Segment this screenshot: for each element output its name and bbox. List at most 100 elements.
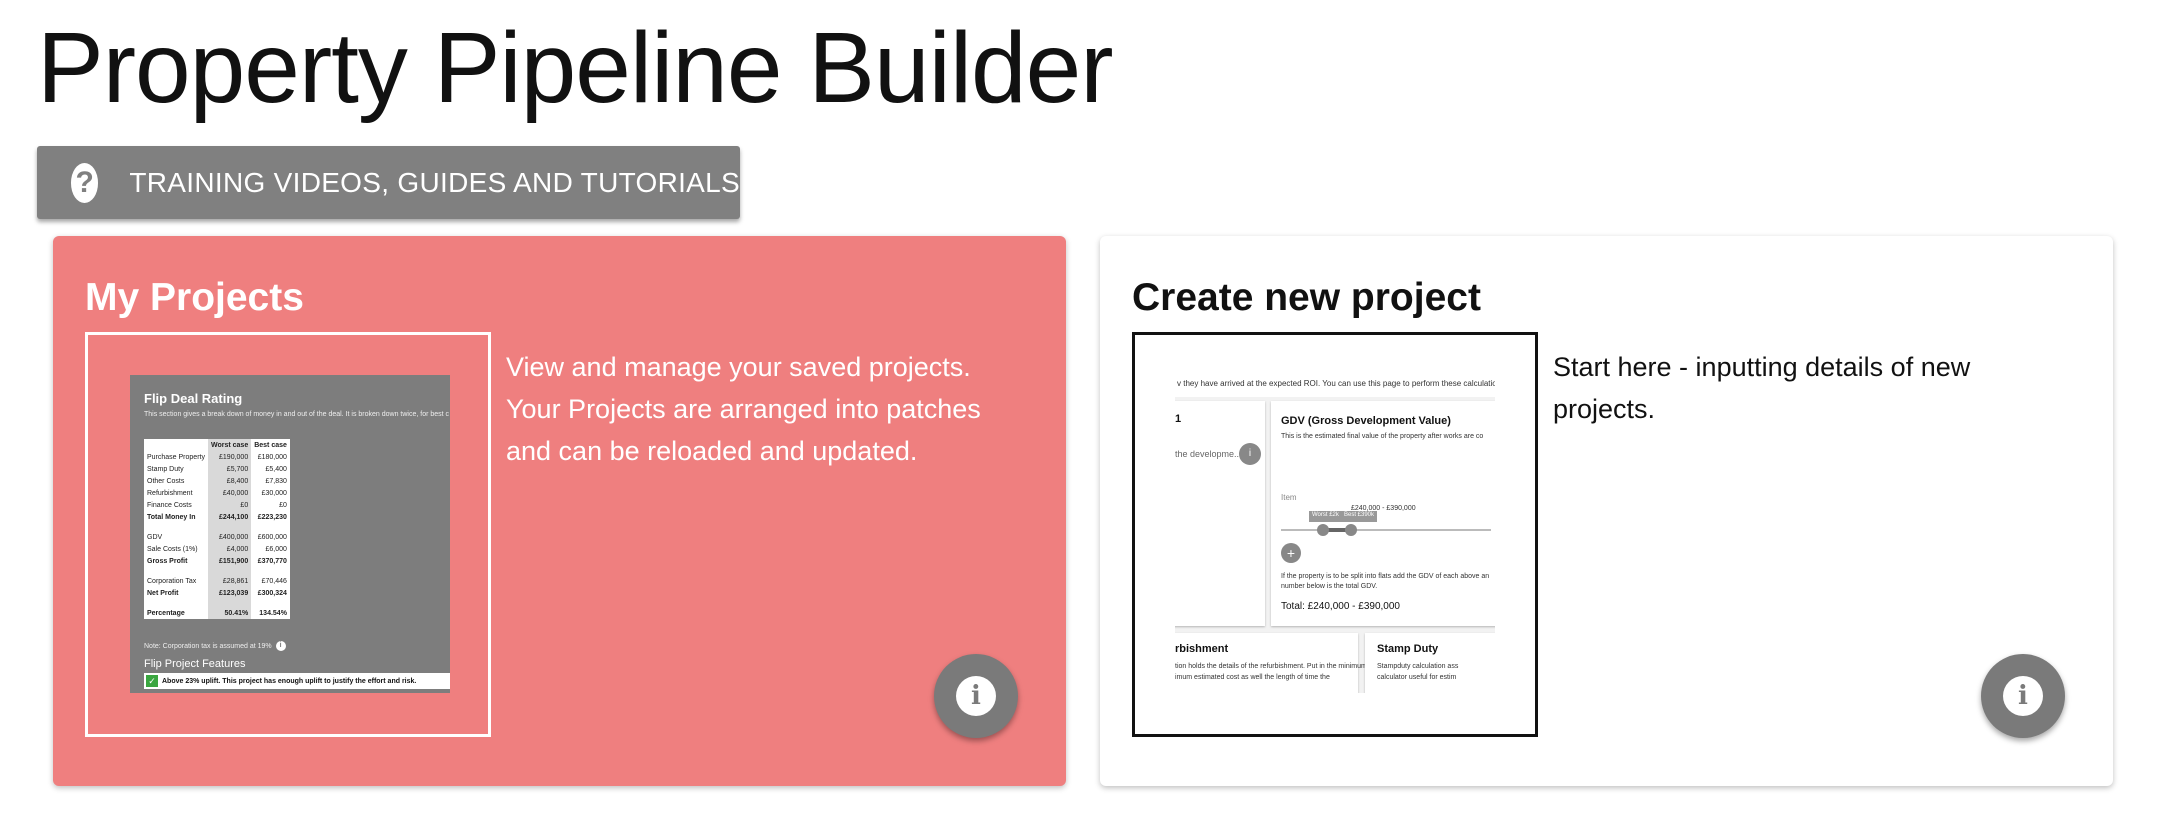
table-cell-worst: £123,039 (207, 587, 252, 599)
table-row: Sale Costs (1%) £4,000 £6,000 (144, 543, 290, 555)
tax-note: Note: Corporation tax is assumed at 19% … (144, 641, 286, 651)
table-cell-label: Total Money In (147, 513, 196, 521)
info-icon: i (956, 676, 996, 716)
gdv-add-icon: + (1281, 543, 1301, 563)
gdv-title: GDV (Gross Development Value) (1281, 415, 1451, 427)
table-row: Finance Costs £0 £0 (144, 499, 290, 511)
flip-deal-table: Worst case Best case Purchase Property £1… (144, 439, 290, 619)
refurb-line-2: imum estimated cost as well the length o… (1175, 674, 1330, 681)
create-project-title: Create new project (1132, 276, 1481, 319)
tax-note-text: Note: Corporation tax is assumed at 19% (144, 642, 272, 650)
gdv-total: Total: £240,000 - £390,000 (1281, 601, 1400, 612)
table-gap-cell (144, 523, 208, 531)
table-cell-label: Refurbishment (147, 489, 193, 497)
create-project-info-button[interactable]: i (1981, 654, 2065, 738)
table-cell-worst: £400,000 (207, 531, 252, 543)
check-icon: ✓ (146, 675, 158, 687)
table-cell-worst: £190,000 (207, 451, 252, 463)
table-cell-best: £6,000 (265, 545, 287, 553)
table-cell-label: Net Profit (147, 589, 179, 597)
table-header-worst: Worst case (207, 439, 252, 451)
table-row (144, 567, 290, 575)
create-project-thumbnail[interactable]: v they have arrived at the expected ROI.… (1132, 332, 1538, 737)
uplift-banner: ✓ Above 23% uplift. This project has eno… (144, 673, 450, 689)
my-projects-card[interactable]: My Projects Flip Deal Rating This sectio… (53, 236, 1066, 786)
table-row (144, 599, 290, 607)
table-cell-worst: £4,000 (207, 543, 252, 555)
table-row: GDV £400,000 £600,000 (144, 531, 290, 543)
table-cell-best: £180,000 (257, 453, 287, 461)
info-small-icon: i (275, 641, 286, 651)
table-gap-cell (251, 523, 290, 531)
shot-left-card: 1 the developme... i (1175, 401, 1265, 626)
gdv-screenshot: v they have arrived at the expected ROI.… (1175, 373, 1495, 693)
my-projects-description: View and manage your saved projects. You… (506, 352, 981, 466)
shot-stamp-card: Stamp Duty Stampduty calculation ass cal… (1365, 633, 1495, 693)
table-gap-cell (251, 599, 290, 607)
stamp-line-1: Stampduty calculation ass (1377, 663, 1459, 670)
table-cell-best: £0 (279, 501, 287, 509)
my-projects-title: My Projects (85, 276, 304, 319)
table-row: Total Money In £244,100 £223,230 (144, 511, 290, 523)
gdv-knob-worst (1317, 524, 1329, 536)
create-project-description: Start here - inputting details of new pr… (1553, 352, 1971, 424)
table-row (144, 523, 290, 531)
flip-deal-screenshot: Flip Deal Rating This section gives a br… (130, 375, 450, 693)
table-cell-worst: £28,861 (207, 575, 252, 587)
table-cell-best: £223,230 (257, 513, 287, 521)
info-icon: i (2003, 676, 2043, 716)
shot-refurb-card: rbishment tion holds the details of the … (1175, 633, 1367, 693)
table-row: Corporation Tax £28,861 £70,446 (144, 575, 290, 587)
table-cell-best: £370,770 (257, 557, 287, 565)
gdv-knob-best (1345, 524, 1357, 536)
table-cell-worst: £151,900 (207, 555, 252, 567)
gdv-tip-best: Best £390k (1341, 511, 1378, 522)
gdv-item-label: Item (1281, 493, 1297, 502)
table-header-blank (144, 439, 208, 451)
gdv-flats-text-2: number below is the total GDV. (1281, 583, 1378, 590)
shot-gdv-card: GDV (Gross Development Value) This is th… (1271, 401, 1495, 626)
my-projects-info-button[interactable]: i (934, 654, 1018, 738)
table-cell-best: 134.54% (259, 609, 287, 617)
table-header-best: Best case (251, 439, 290, 451)
table-cell-worst: £0 (207, 499, 252, 511)
table-gap-cell (144, 567, 208, 575)
my-projects-thumbnail[interactable]: Flip Deal Rating This section gives a br… (85, 332, 491, 737)
flip-deal-subheading: This section gives a break down of money… (144, 411, 450, 418)
gdv-slider-track (1281, 529, 1491, 531)
stamp-title: Stamp Duty (1377, 643, 1439, 655)
table-row: Percentage 50.41% 134.54% (144, 607, 290, 619)
training-button-label: TRAINING VIDEOS, GUIDES AND TUTORIALS (129, 166, 740, 198)
table-row: Gross Profit £151,900 £370,770 (144, 555, 290, 567)
table-gap-cell (207, 523, 252, 531)
gdv-tip-worst: Worst £2k (1309, 511, 1342, 522)
uplift-banner-text: Above 23% uplift. This project has enoug… (162, 677, 417, 685)
table-row: Net Profit £123,039 £300,324 (144, 587, 290, 599)
table-cell-label: Purchase Property (147, 453, 205, 461)
table-cell-worst: 50.41% (207, 607, 252, 619)
table-gap-cell (144, 599, 208, 607)
shot-info-icon: i (1239, 443, 1261, 465)
stamp-line-2: calculator useful for estim (1377, 674, 1457, 681)
shot-top-text: v they have arrived at the expected ROI.… (1175, 373, 1495, 397)
features-title: Flip Project Features (144, 658, 246, 670)
flip-deal-heading: Flip Deal Rating (144, 391, 243, 406)
table-gap-cell (251, 567, 290, 575)
table-cell-best: £600,000 (257, 533, 287, 541)
refurb-title: rbishment (1175, 643, 1229, 655)
shot-left-caption: 1 (1175, 413, 1182, 425)
table-cell-label: GDV (147, 533, 163, 541)
table-cell-worst: £40,000 (207, 487, 252, 499)
create-project-card[interactable]: Create new project v they have arrived a… (1100, 236, 2113, 786)
table-cell-best: £30,000 (261, 489, 287, 497)
table-cell-label: Gross Profit (147, 557, 188, 565)
table-cell-best: £70,446 (261, 577, 287, 585)
table-cell-best: £7,830 (265, 477, 287, 485)
gdv-flats-text-1: If the property is to be split into flat… (1281, 573, 1490, 580)
question-icon: ? (71, 162, 99, 203)
table-cell-label: Stamp Duty (147, 465, 184, 473)
table-cell-worst: £5,700 (207, 463, 252, 475)
training-videos-button[interactable]: ? TRAINING VIDEOS, GUIDES AND TUTORIALS (37, 146, 740, 219)
table-row: Purchase Property £190,000 £180,000 (144, 451, 290, 463)
table-cell-label: Finance Costs (147, 501, 192, 509)
